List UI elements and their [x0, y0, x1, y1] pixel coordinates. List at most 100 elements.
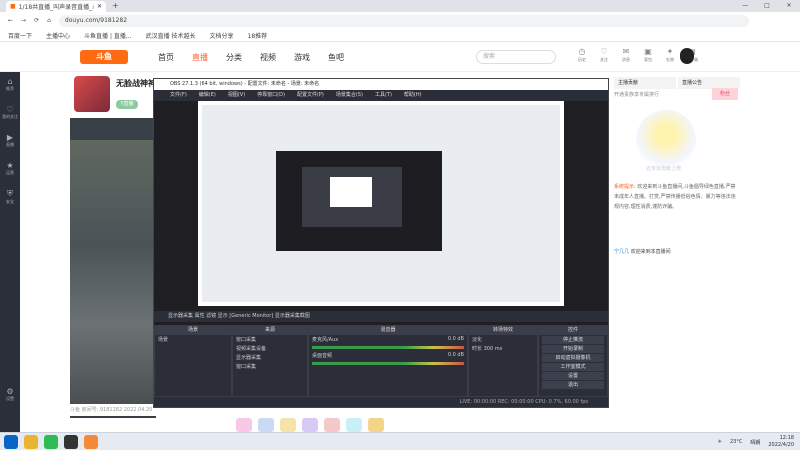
nav-item[interactable]: 鱼吧 [328, 52, 344, 63]
wechat-icon[interactable] [44, 435, 58, 449]
back-icon[interactable]: ← [8, 17, 13, 24]
forward-icon[interactable]: → [21, 17, 26, 24]
video-frame[interactable] [70, 140, 156, 404]
start-icon[interactable] [4, 435, 18, 449]
source-item[interactable]: 视频采集设备 [233, 344, 307, 353]
streamer-avatar[interactable] [74, 76, 110, 112]
mixer-channel: 桌面音频 0.0 dB [312, 352, 464, 359]
fans-badge[interactable]: 粉丝 [712, 88, 738, 100]
obs-icon[interactable] [64, 435, 78, 449]
site-header: 斗鱼 首页 直播 分类 视频 游戏 鱼吧 搜索 ◷ 历史 ♡ 关注 ✉ 消息 ▣ 背包 … [0, 42, 800, 72]
obs-menu-item[interactable]: 工具(T) [375, 90, 392, 101]
studio-mode-button[interactable]: 工作室模式 [542, 363, 604, 371]
nav-item[interactable]: 视频 [260, 52, 276, 63]
bookmark-item[interactable]: 18推荐 [248, 31, 268, 40]
obs-menu-item[interactable]: 文件(F) [170, 90, 187, 101]
browser-tab[interactable]: ■ 1/18共直播_叫声录音直播_斗鱼 ✕ [6, 1, 106, 12]
obs-menu-bar: 文件(F) 编辑(E) 视图(V) 停靠窗口(D) 配置文件(P) 场景集合(S… [154, 90, 608, 101]
close-tab-icon[interactable]: ✕ [97, 3, 102, 10]
tab-contribution[interactable]: 主播贡献 [614, 77, 676, 89]
room-footer: 斗鱼 房间号: 9181282 2022.04.20 [70, 404, 156, 416]
nav-item-active[interactable]: 直播 [192, 52, 208, 63]
bookmark-item[interactable]: 武汉直播 技术越长 [146, 31, 196, 40]
source-item[interactable]: 窗口采集 [233, 362, 307, 371]
stop-stream-button[interactable]: 停止推流 [542, 336, 604, 344]
scenes-dock: 场景 场景 [154, 325, 232, 397]
url-field[interactable]: douyu.com/9181282 [58, 14, 749, 27]
gift-item[interactable] [324, 418, 340, 432]
nav-item[interactable]: 首页 [158, 52, 174, 63]
message-icon[interactable]: ✉ 消息 [618, 47, 634, 63]
new-tab-button[interactable]: + [112, 1, 119, 10]
virtual-cam-button[interactable]: 启动虚拟摄像机 [542, 354, 604, 362]
temperature: 23°C [729, 439, 743, 445]
windows-taskbar: ☀ 23°C 晴朗 12:18 2022/4/20 [0, 432, 800, 450]
bookmark-item[interactable]: 百度一下 [8, 31, 32, 40]
gift-item[interactable] [258, 418, 274, 432]
settings-button[interactable]: 设置 [542, 372, 604, 380]
sidebar-item-home[interactable]: ⌂ 推荐 [0, 72, 20, 100]
source-item[interactable]: 显示器采集 [233, 353, 307, 362]
chrome-icon[interactable] [24, 435, 38, 449]
taskbar-apps [4, 435, 98, 449]
live-tag: Y直播 [116, 100, 138, 109]
home-icon: ⌂ [7, 77, 13, 86]
follow-icon[interactable]: ♡ 关注 [596, 47, 612, 63]
source-toolbar[interactable]: 显示器采集 属性 滤镜 显示 [Generic Monitor] 显示器采集截图 [154, 311, 608, 322]
transition-duration[interactable]: 时长 300 ms [469, 344, 537, 353]
avatar[interactable] [680, 48, 694, 64]
gift-icon[interactable]: ✦ 礼物 [662, 47, 678, 63]
dock-title: 来源 [233, 326, 307, 335]
obs-menu-item[interactable]: 场景集合(S) [336, 90, 363, 101]
start-record-button[interactable]: 开始录制 [542, 345, 604, 353]
close-window-button[interactable]: ✕ [778, 0, 800, 12]
source-item[interactable]: 窗口采集 [233, 335, 307, 344]
obs-menu-item[interactable]: 帮助(H) [404, 90, 422, 101]
bookmark-item[interactable]: 文档分享 [210, 31, 234, 40]
sidebar-item-shield[interactable]: ⛨ 安全 [0, 184, 20, 212]
home-icon[interactable]: ⌂ [47, 17, 51, 24]
gift-item[interactable] [280, 418, 296, 432]
gift-item[interactable] [346, 418, 362, 432]
nav-item[interactable]: 分类 [226, 52, 242, 63]
history-icon[interactable]: ◷ 历史 [574, 47, 590, 63]
chat-text: 欢迎来到本直播间 [630, 249, 671, 255]
obs-menu-item[interactable]: 视图(V) [228, 90, 245, 101]
volume-meter[interactable] [312, 346, 464, 349]
dock-title: 转场特效 [469, 326, 537, 335]
maximize-button[interactable]: □ [756, 0, 778, 12]
obs-window[interactable]: OBS 27.1.3 (64 bit, windows) - 配置文件: 未命名… [153, 78, 609, 408]
gift-item[interactable] [302, 418, 318, 432]
bookmarks-bar: 百度一下 主播中心 斗鱼直播 | 直播,.. 武汉直播 技术越长 文档分享 18… [0, 29, 800, 42]
site-logo[interactable]: 斗鱼 [80, 50, 128, 64]
search-input[interactable]: 搜索 [476, 50, 556, 64]
reload-icon[interactable]: ⟳ [34, 17, 39, 24]
bookmark-item[interactable]: 斗鱼直播 | 直播,.. [84, 31, 132, 40]
gift-item[interactable] [368, 418, 384, 432]
nav-item[interactable]: 游戏 [294, 52, 310, 63]
chat-user[interactable]: 宁几几 [614, 249, 629, 255]
sidebar-item-settings[interactable]: ⚙ 设置 [0, 382, 20, 410]
transition-select[interactable]: 淡化 [469, 335, 537, 344]
douyu-icon[interactable] [84, 435, 98, 449]
gift-item[interactable] [236, 418, 252, 432]
obs-preview[interactable] [198, 101, 564, 306]
bag-icon[interactable]: ▣ 背包 [640, 47, 656, 63]
sidebar-item-live[interactable]: ▶ 直播 [0, 128, 20, 156]
follow-icon: ♡ [6, 105, 14, 114]
obs-menu-item[interactable]: 编辑(E) [199, 90, 216, 101]
exit-button[interactable]: 退出 [542, 381, 604, 389]
bookmark-item[interactable]: 主播中心 [46, 31, 70, 40]
volume-meter[interactable] [312, 362, 464, 365]
dock-title: 场景 [155, 326, 231, 335]
obs-menu-item[interactable]: 配置文件(P) [297, 90, 324, 101]
sidebar-item-follow[interactable]: ♡ 我的关注 [0, 100, 20, 128]
shield-icon: ⛨ [7, 189, 13, 198]
scene-item[interactable]: 场景 [155, 335, 231, 344]
preview-screen [202, 105, 560, 302]
recommend-icon: ★ [6, 161, 14, 170]
minimize-button[interactable]: — [734, 0, 756, 12]
sidebar-item-recommend[interactable]: ★ 运营 [0, 156, 20, 184]
clock[interactable]: 12:18 2022/4/20 [768, 435, 794, 449]
obs-menu-item[interactable]: 停靠窗口(D) [257, 90, 285, 101]
